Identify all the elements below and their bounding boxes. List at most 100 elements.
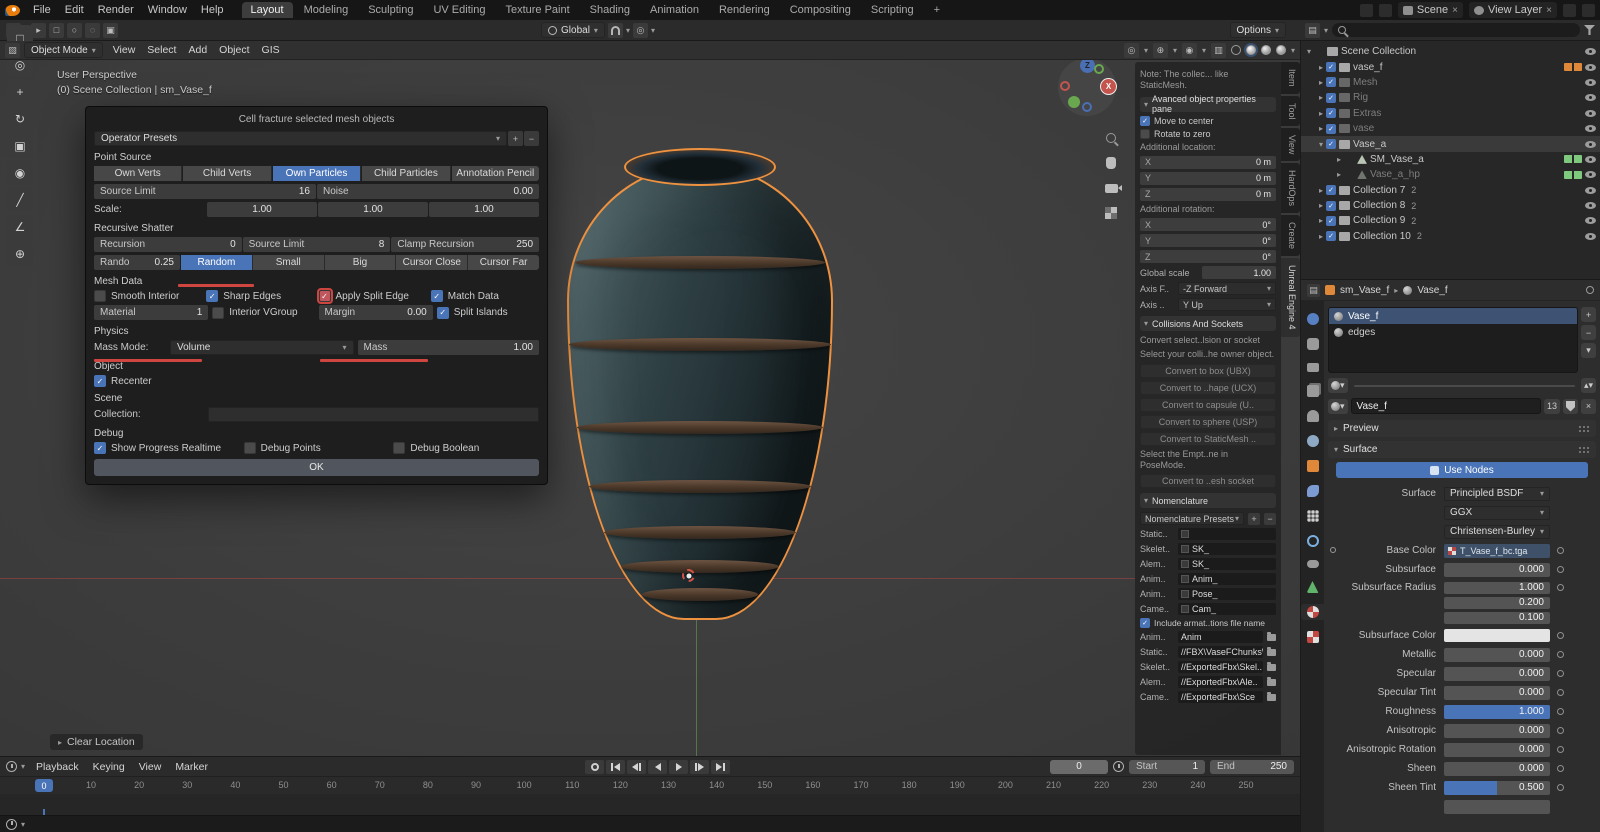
folder-icon[interactable] — [1267, 694, 1276, 701]
gizmo-y-axis[interactable] — [1068, 96, 1080, 108]
menu-item[interactable]: Help — [194, 3, 231, 17]
assign-select-icons[interactable]: ▴▾ — [1581, 378, 1596, 393]
visibility-eye-icon[interactable] — [1585, 171, 1596, 178]
value-slider[interactable]: 0.000 — [1444, 724, 1550, 738]
expand-icon[interactable]: ▾ — [1319, 140, 1323, 149]
noise-field[interactable]: Noise 0.00 — [317, 184, 539, 199]
viewport-menu-item[interactable]: Object — [213, 44, 255, 56]
path-input[interactable]: //ExportedFbx\Sce — [1178, 691, 1263, 703]
subsurface-color-swatch[interactable] — [1444, 629, 1550, 642]
location-axis-field[interactable]: Y0 m — [1140, 172, 1276, 185]
proportional-edit-icon[interactable]: ◎ — [633, 23, 648, 38]
tool-button[interactable]: ↻ — [7, 106, 33, 131]
base-color-texture-field[interactable]: T_Vase_f_bc.tga — [1444, 544, 1550, 558]
recursion-source-button[interactable]: Random — [181, 255, 253, 270]
sidebar-tab[interactable]: Tool — [1281, 96, 1300, 127]
value-slider[interactable]: 0.000 — [1444, 743, 1550, 757]
sidebar-tab[interactable]: View — [1281, 128, 1300, 161]
radius-z-slider[interactable]: 0.100 — [1444, 612, 1550, 624]
visibility-eye-icon[interactable] — [1585, 141, 1596, 148]
outliner-item-name[interactable]: Vase_a_hp — [1370, 169, 1420, 180]
exclude-checkbox[interactable] — [1326, 62, 1336, 72]
new-scene-icon[interactable] — [1379, 4, 1392, 17]
convert-button[interactable]: Convert to sphere (USP) — [1140, 415, 1276, 429]
path-input[interactable]: //ExportedFbx\Skel.. — [1178, 661, 1263, 673]
animate-dot-icon[interactable] — [1557, 584, 1564, 591]
visibility-eye-icon[interactable] — [1585, 79, 1596, 86]
fake-user-shield-icon[interactable] — [1563, 399, 1578, 414]
shading-wireframe-icon[interactable] — [1231, 45, 1241, 55]
properties-tab[interactable] — [1301, 311, 1324, 327]
animate-dot-icon[interactable] — [1557, 689, 1564, 696]
exclude-checkbox[interactable] — [1326, 185, 1336, 195]
visibility-eye-icon[interactable] — [1585, 110, 1596, 117]
gizmo-z-axis[interactable]: Z — [1080, 58, 1095, 73]
value-slider[interactable]: 1.000 — [1444, 705, 1550, 719]
prefix-input[interactable]: SK_ — [1178, 543, 1276, 555]
subsurface-slider[interactable]: 0.000 — [1444, 563, 1550, 577]
point-source-button[interactable]: Child Verts — [183, 166, 271, 181]
play-reverse-button[interactable] — [648, 760, 667, 774]
shading-rendered-icon[interactable] — [1276, 45, 1286, 55]
add-preset-button[interactable]: + — [508, 131, 523, 146]
exclude-checkbox[interactable] — [1326, 216, 1336, 226]
outliner-item-name[interactable]: Scene Collection — [1341, 46, 1416, 57]
outliner-row[interactable]: ▸ Extras — [1301, 106, 1600, 121]
sidebar-tab[interactable]: HardOps — [1281, 163, 1300, 213]
location-axis-field[interactable]: X0 m — [1140, 156, 1276, 169]
random-factor-field[interactable]: Rando 0.25 — [94, 255, 180, 270]
chevron-down-icon[interactable]: ▾ — [626, 26, 630, 35]
exclude-checkbox[interactable] — [1326, 124, 1336, 134]
tool-button[interactable]: + — [7, 79, 33, 104]
workspace-tab[interactable]: UV Editing — [424, 2, 494, 18]
animate-dot-icon[interactable] — [1557, 727, 1564, 734]
chevron-down-icon[interactable]: ▾ — [21, 820, 25, 829]
outliner-item-name[interactable]: Vase_a — [1353, 139, 1386, 150]
collisions-header[interactable]: ▾ Collisions And Sockets — [1140, 316, 1276, 331]
properties-tab[interactable] — [1301, 408, 1324, 424]
workspace-tab[interactable]: Compositing — [781, 2, 860, 18]
outliner-row[interactable]: ▸ Collection 7 2 — [1301, 183, 1600, 198]
users-count-button[interactable]: 13 — [1544, 399, 1560, 414]
scale-value-field[interactable]: 1.00 — [207, 202, 317, 217]
animate-dot-icon[interactable] — [1557, 708, 1564, 715]
smooth-interior-checkbox[interactable]: Smooth Interior — [94, 290, 202, 302]
node-link-icon[interactable] — [1330, 547, 1336, 553]
source-limit-field[interactable]: Source Limit 16 — [94, 184, 316, 199]
radius-y-slider[interactable]: 0.200 — [1444, 597, 1550, 609]
outliner-row[interactable]: ▸ Mesh — [1301, 75, 1600, 90]
extras-icon[interactable] — [1563, 4, 1576, 17]
expand-icon[interactable]: ▸ — [1319, 216, 1323, 225]
debug-boolean-checkbox[interactable]: Debug Boolean — [393, 442, 539, 454]
move-to-center-checkbox[interactable]: Move to center — [1140, 116, 1276, 126]
animate-dot-icon[interactable] — [1557, 746, 1564, 753]
material-browse-icon[interactable]: ▾ — [1328, 399, 1348, 414]
animate-dot-icon[interactable] — [1557, 566, 1564, 573]
workspace-tab[interactable]: Shading — [581, 2, 639, 18]
sss-method-dropdown[interactable]: Christensen-Burley▾ — [1444, 525, 1550, 539]
shading-solid-icon[interactable] — [1246, 45, 1256, 55]
debug-points-checkbox[interactable]: Debug Points — [244, 442, 390, 454]
expand-icon[interactable]: ▸ — [1319, 124, 1323, 133]
expand-icon[interactable]: ▾ — [1307, 47, 1311, 56]
expand-icon[interactable]: ▸ — [1337, 155, 1341, 164]
outliner-row[interactable]: ▸ Collection 10 2 — [1301, 229, 1600, 244]
tool-button[interactable]: ∠ — [7, 214, 33, 239]
margin-field[interactable]: Margin 0.00 — [319, 305, 433, 320]
folder-icon[interactable] — [1267, 634, 1276, 641]
animate-dot-icon[interactable] — [1557, 547, 1564, 554]
convert-button[interactable]: Convert to capsule (U.. — [1140, 398, 1276, 412]
prefix-input[interactable] — [1178, 528, 1276, 540]
end-frame-field[interactable]: End 250 — [1210, 760, 1294, 774]
point-source-button[interactable]: Own Verts — [94, 166, 182, 181]
apply-split-edge-checkbox[interactable]: Apply Split Edge — [319, 290, 427, 302]
workspace-tab[interactable]: Sculpting — [359, 2, 422, 18]
zoom-icon[interactable] — [1102, 129, 1120, 147]
expand-icon[interactable]: ▸ — [1319, 93, 1323, 102]
outliner-row[interactable]: ▸ vase_f — [1301, 59, 1600, 74]
properties-tab[interactable] — [1301, 579, 1324, 595]
chevron-down-icon[interactable]: ▾ — [1291, 46, 1295, 55]
chevron-down-icon[interactable]: ▾ — [1144, 46, 1148, 55]
snap-magnet-icon[interactable] — [608, 23, 623, 38]
browse-material-icon[interactable]: ▾ — [1328, 378, 1348, 393]
